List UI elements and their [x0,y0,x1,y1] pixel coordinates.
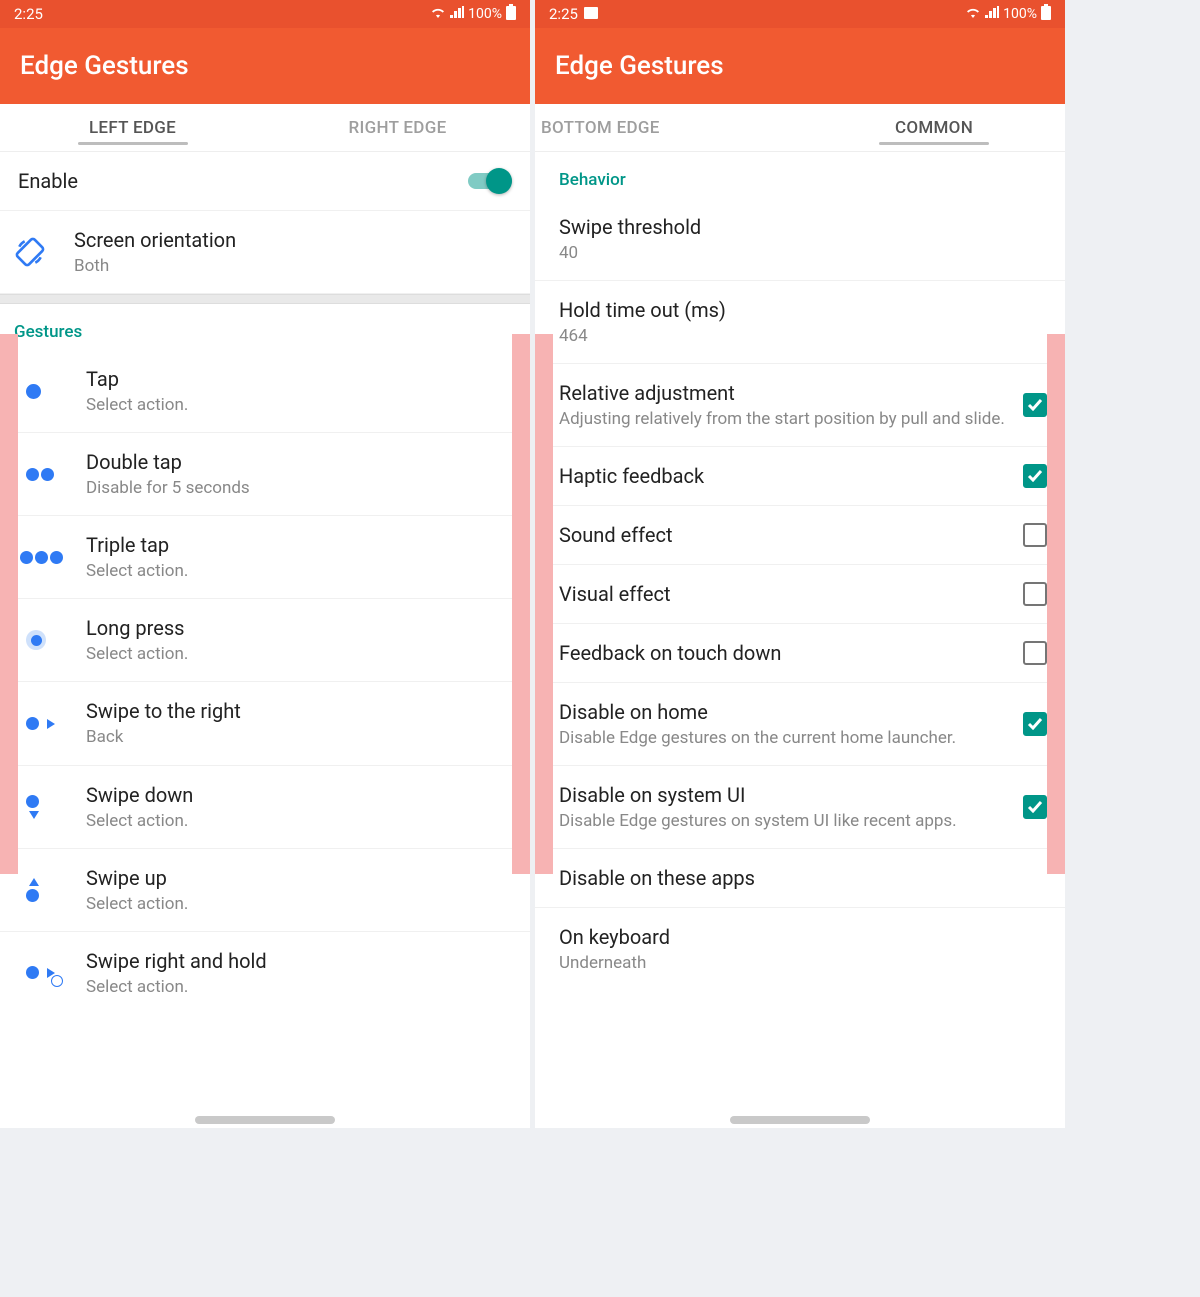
long-press-icon [18,630,86,650]
app-title: Edge Gestures [555,51,724,81]
tab-bottom-edge[interactable]: BOTTOM EDGE [535,104,803,151]
swipe-down-icon [18,795,86,819]
wifi-icon [430,6,446,22]
touchdown-checkbox[interactable] [1023,641,1047,665]
visual-checkbox[interactable] [1023,582,1047,606]
row-orientation[interactable]: Screen orientation Both [0,211,530,294]
tap-icon [18,384,86,399]
signal-icon [985,6,999,22]
tab-right-edge[interactable]: RIGHT EDGE [265,104,530,151]
battery-icon [506,4,516,24]
tabs: BOTTOM EDGE COMMON [535,104,1065,152]
haptic-checkbox[interactable] [1023,464,1047,488]
screenshot-icon [584,5,598,23]
disable-sysui-checkbox[interactable] [1023,795,1047,819]
row-swipe-right[interactable]: Swipe to the rightBack [0,682,530,765]
row-swipe-threshold[interactable]: Swipe threshold40 [535,198,1065,281]
row-relative-adjustment[interactable]: Relative adjustmentAdjusting relatively … [535,364,1065,447]
app-title: Edge Gestures [20,51,189,81]
left-edge-indicator [0,334,18,874]
scroll-indicator [730,1116,870,1124]
row-tap[interactable]: TapSelect action. [0,350,530,433]
enable-switch[interactable] [468,168,512,194]
app-bar: Edge Gestures [535,28,1065,104]
tabs: LEFT EDGE RIGHT EDGE [0,104,530,152]
row-triple-tap[interactable]: Triple tapSelect action. [0,516,530,599]
row-haptic[interactable]: Haptic feedback [535,447,1065,506]
app-bar: Edge Gestures [0,28,530,104]
status-bar: 2:25 100% [0,0,530,28]
tab-left-edge[interactable]: LEFT EDGE [0,104,265,151]
triple-tap-icon [18,551,86,564]
battery-text: 100% [468,6,502,22]
screen-left-edge: 2:25 100% Edge Gestures LEFT EDGE RIGHT … [0,0,530,1128]
row-swipe-up[interactable]: Swipe upSelect action. [0,849,530,932]
orientation-title: Screen orientation [74,227,512,253]
right-edge-indicator [512,334,530,874]
status-time: 2:25 [14,5,43,23]
scroll-indicator [195,1116,335,1124]
tab-common[interactable]: COMMON [803,104,1065,151]
row-on-keyboard[interactable]: On keyboardUnderneath [535,908,1065,990]
right-edge-indicator [1047,334,1065,874]
row-double-tap[interactable]: Double tapDisable for 5 seconds [0,433,530,516]
sound-checkbox[interactable] [1023,523,1047,547]
row-swipe-right-hold[interactable]: Swipe right and holdSelect action. [0,932,530,1014]
swipe-right-hold-icon [18,966,86,979]
wifi-icon [965,6,981,22]
row-disable-sysui[interactable]: Disable on system UIDisable Edge gesture… [535,766,1065,849]
disable-home-checkbox[interactable] [1023,712,1047,736]
battery-icon [1041,4,1051,24]
orientation-icon [14,236,74,268]
swipe-up-icon [18,878,86,902]
row-swipe-down[interactable]: Swipe downSelect action. [0,766,530,849]
behavior-section-header: Behavior [535,152,1065,198]
signal-icon [450,6,464,22]
swipe-right-icon [18,717,86,730]
row-enable[interactable]: Enable [0,152,530,211]
row-sound[interactable]: Sound effect [535,506,1065,565]
double-tap-icon [18,468,86,481]
status-bar: 2:25 100% [535,0,1065,28]
left-edge-indicator [535,334,553,874]
status-time: 2:25 [549,5,578,23]
row-touchdown[interactable]: Feedback on touch down [535,624,1065,683]
row-disable-home[interactable]: Disable on homeDisable Edge gestures on … [535,683,1065,766]
battery-text: 100% [1003,6,1037,22]
row-long-press[interactable]: Long pressSelect action. [0,599,530,682]
row-disable-apps[interactable]: Disable on these apps [535,849,1065,908]
orientation-value: Both [74,255,512,277]
row-visual[interactable]: Visual effect [535,565,1065,624]
relative-checkbox[interactable] [1023,393,1047,417]
section-divider [0,294,530,304]
screen-common: 2:25 100% Edge Gestures BOTTOM EDGE COMM… [535,0,1065,1128]
gestures-section-header: Gestures [0,304,530,350]
row-hold-timeout[interactable]: Hold time out (ms)464 [535,281,1065,364]
enable-label: Enable [18,168,468,194]
